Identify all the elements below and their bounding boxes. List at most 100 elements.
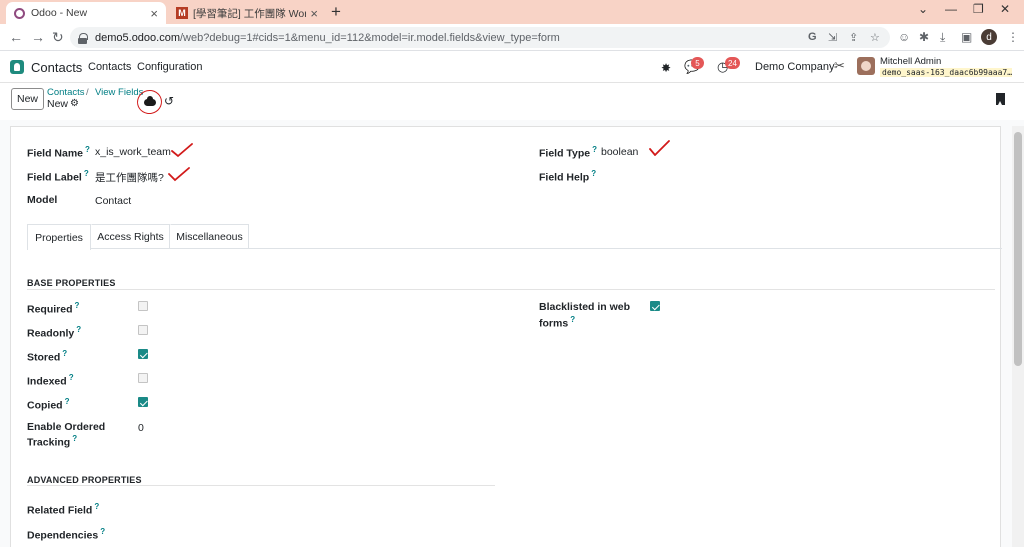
google-icon[interactable]: G xyxy=(808,31,817,43)
minimize-icon[interactable]: — xyxy=(945,2,957,16)
avatar[interactable]: d xyxy=(981,29,997,45)
new-tab-icon[interactable]: + xyxy=(331,3,341,21)
field-help-label: Field Help? xyxy=(539,169,597,184)
tab-miscellaneous[interactable]: Miscellaneous xyxy=(170,224,249,249)
help-icon[interactable]: ? xyxy=(94,502,99,511)
browser-tab-strip: Odoo - New × M [學習筆記] 工作團隊 Work Teams × … xyxy=(0,0,1024,24)
close-icon[interactable]: × xyxy=(150,6,158,21)
lock-icon xyxy=(78,32,88,44)
stored-checkbox[interactable] xyxy=(138,349,148,359)
messages-badge: 5 xyxy=(691,57,704,69)
ordered-tracking-input[interactable]: 0 xyxy=(138,422,144,434)
activities-badge: 24 xyxy=(725,57,740,69)
odoo-icon xyxy=(14,7,25,19)
help-icon[interactable]: ? xyxy=(100,527,105,536)
dependencies-label: Dependencies? xyxy=(27,527,106,542)
field-label-label: Field Label? xyxy=(27,169,89,184)
menu-configuration[interactable]: Configuration xyxy=(137,61,202,73)
discard-icon[interactable]: ↺ xyxy=(164,94,174,108)
forward-icon[interactable]: → xyxy=(31,29,45,45)
browser-tab-title: [學習筆記] 工作團隊 Work Teams xyxy=(193,7,307,20)
notebook-tabs: Properties Access Rights Miscellaneous xyxy=(27,224,1002,250)
field-type-label: Field Type? xyxy=(539,145,598,160)
app-name[interactable]: Contacts xyxy=(31,60,82,75)
user-avatar[interactable] xyxy=(857,57,875,75)
download-icon[interactable]: ⤓ xyxy=(940,30,945,44)
copied-checkbox[interactable] xyxy=(138,397,148,407)
scrollbar-thumb[interactable] xyxy=(1014,132,1022,366)
odoo-navbar: Contacts Contacts Configuration ✸ 💬 5 ◷ … xyxy=(0,51,1024,83)
gear-icon[interactable]: ⚙ xyxy=(70,98,79,109)
sidepanel-icon[interactable]: ▣ xyxy=(961,30,972,44)
browser-toolbar: ← → ↻ demo5.odoo.com/web?debug=1#cids=1&… xyxy=(0,24,1024,51)
reload-icon[interactable]: ↻ xyxy=(52,29,64,45)
back-icon[interactable]: ← xyxy=(9,29,23,45)
indexed-label: Indexed? xyxy=(27,373,74,388)
kebab-menu-icon[interactable]: ⋮ xyxy=(1007,30,1019,44)
address-bar[interactable]: demo5.odoo.com/web?debug=1#cids=1&menu_i… xyxy=(70,27,890,48)
model-field[interactable]: Contact xyxy=(95,195,131,207)
company-switcher[interactable]: Demo Company xyxy=(755,61,834,73)
indexed-checkbox[interactable] xyxy=(138,373,148,383)
help-icon[interactable]: ? xyxy=(65,397,70,406)
tab-access-rights[interactable]: Access Rights xyxy=(91,224,170,249)
url-text[interactable]: demo5.odoo.com/web?debug=1#cids=1&menu_i… xyxy=(95,32,560,44)
tab-properties[interactable]: Properties xyxy=(27,224,91,250)
tools-icon[interactable]: ✂ xyxy=(834,58,845,74)
section-title-base: BASE PROPERTIES xyxy=(27,278,116,288)
section-divider xyxy=(27,289,995,290)
help-icon[interactable]: ? xyxy=(72,434,77,443)
puzzle-icon[interactable]: ✱ xyxy=(919,30,929,44)
control-panel: New Contacts / View Fields New ⚙ ↺ xyxy=(0,83,1024,120)
stored-label: Stored? xyxy=(27,349,68,364)
contacts-app-icon[interactable] xyxy=(10,60,24,74)
close-icon[interactable]: × xyxy=(310,6,318,21)
breadcrumb-view-fields[interactable]: View Fields xyxy=(95,87,143,98)
new-button[interactable]: New xyxy=(11,88,44,110)
help-icon[interactable]: ? xyxy=(570,315,575,324)
help-icon[interactable]: ? xyxy=(84,169,89,178)
help-icon[interactable]: ? xyxy=(592,145,597,154)
blacklisted-label: Blacklisted in web xyxy=(539,301,631,313)
chevron-down-icon[interactable]: ⌄ xyxy=(918,2,928,16)
browser-tab-odoo[interactable]: Odoo - New × xyxy=(6,2,166,24)
menu-contacts[interactable]: Contacts xyxy=(88,61,131,73)
monkey-extension-icon[interactable]: ☺ xyxy=(898,30,910,44)
breadcrumb-separator: / xyxy=(86,87,89,98)
field-name-label: Field Name? xyxy=(27,145,90,160)
annotation-check-icon xyxy=(171,143,193,158)
help-icon[interactable]: ? xyxy=(76,325,81,334)
bug-icon[interactable]: ✸ xyxy=(661,61,671,75)
help-icon[interactable]: ? xyxy=(62,349,67,358)
required-checkbox[interactable] xyxy=(138,301,148,311)
blacklisted-checkbox[interactable] xyxy=(650,301,660,311)
annotation-check-icon xyxy=(649,140,670,156)
window-close-icon[interactable]: ✕ xyxy=(1000,2,1010,16)
star-icon[interactable]: ☆ xyxy=(870,31,880,44)
share-icon[interactable]: ⇪ xyxy=(849,31,858,44)
install-icon[interactable]: ⇲ xyxy=(828,31,837,44)
section-divider xyxy=(27,485,495,486)
bookmark-icon[interactable] xyxy=(996,93,1005,105)
user-name[interactable]: Mitchell Admin xyxy=(880,56,941,67)
field-type-select[interactable]: boolean xyxy=(601,146,638,158)
help-icon[interactable]: ? xyxy=(85,145,90,154)
required-label: Required? xyxy=(27,301,80,316)
database-name: demo_saas-163_daac6b99aaa7… xyxy=(880,68,1012,77)
maximize-icon[interactable]: ❐ xyxy=(973,2,984,16)
breadcrumb-current: New xyxy=(47,98,69,110)
section-title-advanced: ADVANCED PROPERTIES xyxy=(27,475,142,485)
help-icon[interactable]: ? xyxy=(69,373,74,382)
form-sheet: Field Name? x_is_work_team Field Label? … xyxy=(10,126,1002,547)
m-icon: M xyxy=(176,7,188,19)
breadcrumb-contacts[interactable]: Contacts xyxy=(47,87,85,98)
page-scrollbar[interactable] xyxy=(1012,126,1024,547)
browser-tab-notes[interactable]: M [學習筆記] 工作團隊 Work Teams × xyxy=(168,2,326,24)
field-label-input[interactable]: 是工作團隊嗎? xyxy=(95,170,164,185)
field-name-input[interactable]: x_is_work_team xyxy=(95,146,171,158)
readonly-checkbox[interactable] xyxy=(138,325,148,335)
help-icon[interactable]: ? xyxy=(591,169,596,178)
blacklisted-label-line2: forms? xyxy=(539,315,576,330)
readonly-label: Readonly? xyxy=(27,325,82,340)
help-icon[interactable]: ? xyxy=(75,301,80,310)
